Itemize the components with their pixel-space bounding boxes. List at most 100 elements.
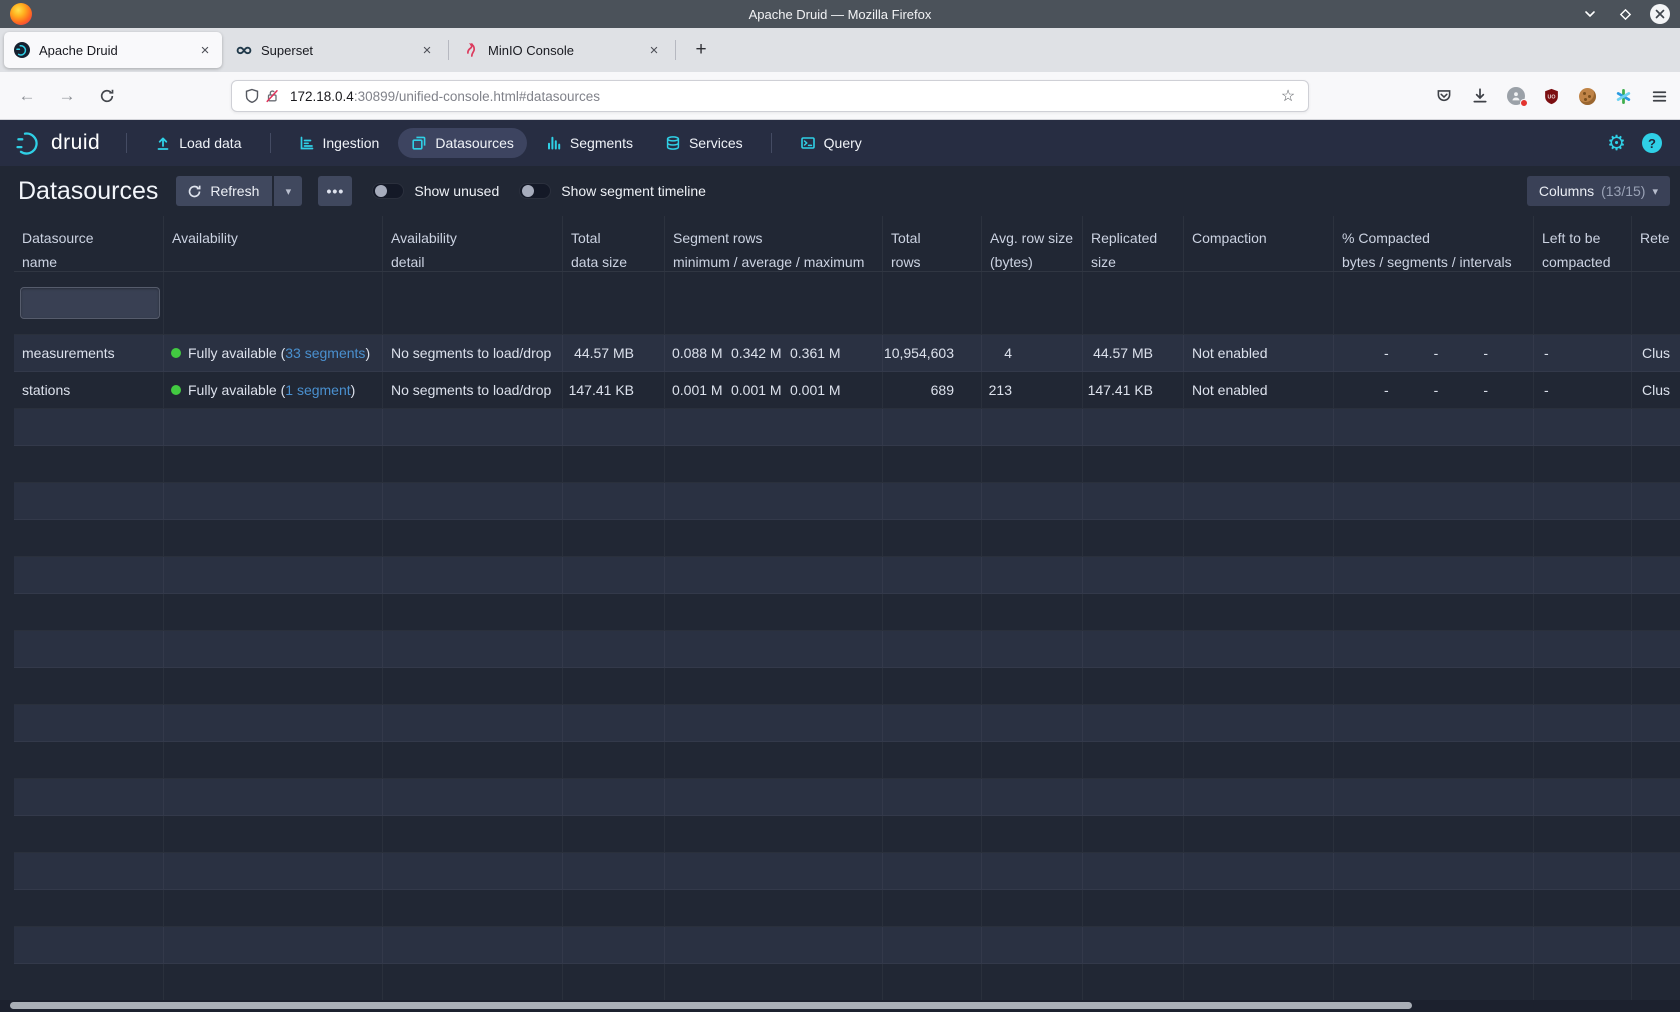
nav-item-datasources[interactable]: Datasources xyxy=(398,128,527,158)
empty-cell xyxy=(883,816,982,852)
total-data-size-cell: 147.41 KB xyxy=(563,372,665,408)
druid-logo[interactable]: druid xyxy=(16,130,100,156)
columns-selector-button[interactable]: Columns (13/15) ▾ xyxy=(1527,176,1670,206)
url-text[interactable]: 172.18.0.4:30899/unified-console.html#da… xyxy=(290,89,1278,104)
empty-cell xyxy=(164,890,383,926)
nav-item-label: Ingestion xyxy=(323,135,380,151)
cookie-extension-icon[interactable] xyxy=(1577,86,1598,107)
refresh-button[interactable]: Refresh xyxy=(176,176,272,206)
tab-close-icon[interactable]: × xyxy=(194,39,216,61)
more-actions-button[interactable]: ••• xyxy=(318,176,352,206)
tab-close-icon[interactable]: × xyxy=(416,39,438,61)
colorful-asterisk-extension-icon[interactable] xyxy=(1613,86,1634,107)
tab-minio-console[interactable]: MinIO Console × xyxy=(453,32,671,68)
tab-apache-druid[interactable]: Apache Druid × xyxy=(4,32,222,68)
table-row[interactable]: measurementsFully available (33 segments… xyxy=(14,335,1680,372)
tab-title: Apache Druid xyxy=(39,43,194,58)
tracking-shield-icon[interactable] xyxy=(242,86,262,106)
column-header[interactable]: Avg. row size (bytes) xyxy=(982,216,1083,271)
column-header[interactable]: Left to be compacted xyxy=(1534,216,1632,271)
empty-cell xyxy=(14,705,164,741)
horizontal-scrollbar-track[interactable] xyxy=(0,1000,1680,1012)
refresh-dropdown-button[interactable]: ▾ xyxy=(274,176,302,206)
back-button[interactable]: ← xyxy=(12,80,42,112)
downloads-icon[interactable] xyxy=(1469,86,1490,107)
datasource-name-cell[interactable]: stations xyxy=(14,372,164,408)
show-unused-toggle[interactable]: Show unused xyxy=(372,183,499,199)
empty-cell xyxy=(665,520,883,556)
column-header[interactable]: Compaction xyxy=(1184,216,1334,271)
empty-cell xyxy=(563,409,665,445)
pocket-icon[interactable] xyxy=(1433,86,1454,107)
empty-cell xyxy=(164,779,383,815)
tab-close-icon[interactable]: × xyxy=(643,39,665,61)
datasource-name-cell[interactable]: measurements xyxy=(14,335,164,371)
forward-button[interactable]: → xyxy=(52,80,82,112)
empty-cell xyxy=(1184,890,1334,926)
horizontal-scrollbar-thumb[interactable] xyxy=(10,1002,1412,1009)
segments-link[interactable]: 1 segment xyxy=(285,382,350,398)
new-tab-button[interactable]: + xyxy=(686,35,716,65)
ublock-origin-icon[interactable]: UO xyxy=(1541,86,1562,107)
empty-table-row xyxy=(14,705,1680,742)
empty-cell xyxy=(1083,964,1184,1000)
menu-hamburger-icon[interactable] xyxy=(1649,86,1670,107)
empty-cell xyxy=(1632,594,1680,630)
column-header[interactable]: Total data size xyxy=(563,216,665,271)
column-header[interactable]: Availability xyxy=(164,216,383,271)
empty-cell xyxy=(1534,557,1632,593)
reload-button[interactable] xyxy=(92,80,122,112)
datasources-icon xyxy=(411,135,427,151)
empty-cell xyxy=(1632,927,1680,963)
services-icon xyxy=(665,135,681,151)
column-header[interactable]: Total rows xyxy=(883,216,982,271)
druid-navbar: druid Load data Ingestion Datasources Se… xyxy=(0,120,1680,166)
empty-cell xyxy=(1534,409,1632,445)
insecure-lock-icon[interactable] xyxy=(262,86,282,106)
empty-table-row xyxy=(14,890,1680,927)
help-icon[interactable]: ? xyxy=(1642,133,1662,153)
column-header[interactable]: Rete xyxy=(1632,216,1680,271)
segments-link[interactable]: 33 segments xyxy=(285,345,365,361)
empty-cell xyxy=(1083,557,1184,593)
empty-cell xyxy=(1534,779,1632,815)
nav-item-ingestion[interactable]: Ingestion xyxy=(286,128,393,158)
window-maximize-button[interactable] xyxy=(1615,4,1635,24)
nav-item-segments[interactable]: Segments xyxy=(533,128,646,158)
empty-table-row xyxy=(14,483,1680,520)
empty-cell xyxy=(883,742,982,778)
tab-superset[interactable]: Superset × xyxy=(226,32,444,68)
nav-item-query[interactable]: Query xyxy=(787,128,875,158)
show-segment-timeline-toggle[interactable]: Show segment timeline xyxy=(519,183,706,199)
empty-cell xyxy=(383,742,563,778)
empty-cell xyxy=(982,890,1083,926)
table-row[interactable]: stationsFully available (1 segment)No se… xyxy=(14,372,1680,409)
column-header[interactable]: Segment rows minimum / average / maximum xyxy=(665,216,883,271)
empty-cell xyxy=(883,964,982,1000)
window-minimize-button[interactable] xyxy=(1580,4,1600,24)
column-header[interactable]: Replicated size xyxy=(1083,216,1184,271)
empty-cell xyxy=(1083,779,1184,815)
column-header[interactable]: % Compacted bytes / segments / intervals xyxy=(1334,216,1534,271)
nav-item-services[interactable]: Services xyxy=(652,128,756,158)
window-close-button[interactable] xyxy=(1650,4,1670,24)
empty-cell xyxy=(1083,742,1184,778)
tab-title: Superset xyxy=(261,43,416,58)
column-header[interactable]: Availability detail xyxy=(383,216,563,271)
nav-item-load-data[interactable]: Load data xyxy=(142,128,254,158)
filter-cell xyxy=(982,272,1083,334)
empty-cell xyxy=(982,446,1083,482)
url-bar[interactable]: 172.18.0.4:30899/unified-console.html#da… xyxy=(231,80,1309,112)
empty-cell xyxy=(14,668,164,704)
empty-cell xyxy=(982,779,1083,815)
availability-detail-cell: No segments to load/drop xyxy=(383,372,563,408)
empty-table-row xyxy=(14,520,1680,557)
empty-cell xyxy=(1083,816,1184,852)
account-extension-icon[interactable] xyxy=(1505,86,1526,107)
datasource-filter-input[interactable] xyxy=(20,287,160,319)
bookmark-star-icon[interactable]: ☆ xyxy=(1278,86,1298,106)
column-header[interactable]: Datasource name xyxy=(14,216,164,271)
settings-gear-icon[interactable]: ⚙ xyxy=(1607,133,1626,154)
total-rows-cell: 689 xyxy=(883,372,982,408)
empty-cell xyxy=(563,927,665,963)
